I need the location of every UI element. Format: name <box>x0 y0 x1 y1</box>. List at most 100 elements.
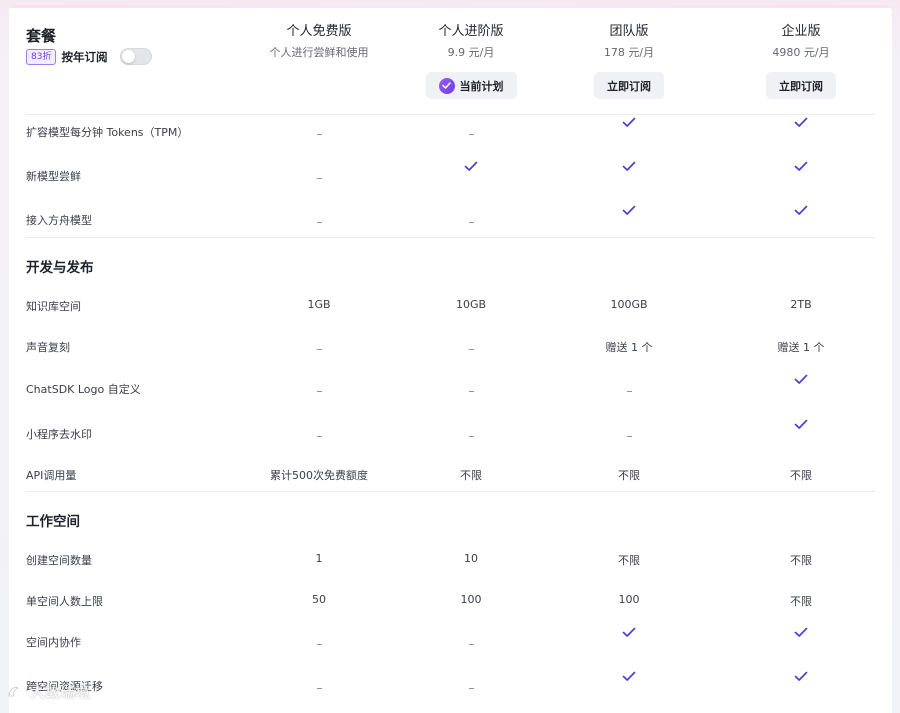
check-icon <box>554 205 704 227</box>
plan-button-label: 立即订阅 <box>779 80 823 93</box>
feature-value: 1 <box>315 552 323 565</box>
plan-name: 个人进阶版 <box>438 24 504 39</box>
toggle-knob <box>122 50 136 63</box>
feature-row: 知识库空间 1GB 10GB 100GB 2TB <box>9 295 892 315</box>
subscribe-button[interactable]: 立即订阅 <box>594 72 664 99</box>
feature-value: 不限 <box>460 469 482 482</box>
check-icon <box>554 627 704 649</box>
yearly-subscription-control: 83折 按年订阅 <box>26 48 153 65</box>
dash-icon <box>244 124 394 139</box>
feature-row: 接入方舟模型 <box>9 205 892 229</box>
watermark: 大故瑞境 <box>6 681 90 702</box>
feature-value: 10 <box>464 552 478 565</box>
feature-value: 累计500次免费额度 <box>270 469 368 482</box>
feature-label: 接入方舟模型 <box>26 214 92 227</box>
plan-name: 个人免费版 <box>286 24 352 39</box>
feature-label: ChatSDK Logo 自定义 <box>26 383 141 396</box>
feature-label: API调用量 <box>26 469 77 482</box>
feature-row: 新模型尝鲜 <box>9 161 892 185</box>
feature-row: API调用量 累计500次免费额度 不限 不限 不限 <box>9 464 892 484</box>
section-divider <box>26 114 875 115</box>
watermark-logo-icon <box>8 686 24 697</box>
section-title: 开发与发布 <box>26 260 94 276</box>
dash-icon <box>244 381 394 396</box>
feature-value: 赠送 1 个 <box>605 341 653 354</box>
check-icon <box>726 161 876 183</box>
plan-column-1: 个人进阶版 9.9 元/月当前计划 <box>391 23 551 99</box>
feature-label: 扩容模型每分钟 Tokens（TPM） <box>26 126 189 139</box>
yearly-toggle[interactable] <box>120 48 153 65</box>
plan-price: 4980 元/月 <box>772 46 830 59</box>
feature-row: 单空间人数上限 50 100 100 不限 <box>9 590 892 610</box>
feature-value: 2TB <box>790 298 812 311</box>
check-icon <box>726 117 876 139</box>
feature-value: 10GB <box>455 298 487 311</box>
dash-icon <box>396 339 546 354</box>
feature-row: 空间内协作 <box>9 627 892 651</box>
dash-icon <box>244 339 394 354</box>
feature-row: 创建空间数量 1 10 不限 不限 <box>9 549 892 569</box>
feature-row: 小程序去水印 <box>9 419 892 443</box>
section-divider <box>26 237 875 238</box>
feature-value: 不限 <box>790 554 812 567</box>
dash-icon <box>244 634 394 649</box>
check-circle-icon <box>438 77 455 94</box>
check-icon <box>726 627 876 649</box>
check-icon <box>726 205 876 227</box>
feature-label: 小程序去水印 <box>26 428 92 441</box>
dash-icon <box>396 124 546 139</box>
dash-icon <box>244 168 394 183</box>
check-icon <box>726 374 876 396</box>
feature-label: 知识库空间 <box>26 300 81 313</box>
check-icon <box>726 419 876 441</box>
feature-value: 100GB <box>610 298 648 311</box>
feature-row: ChatSDK Logo 自定义 <box>9 374 892 398</box>
plan-column-3: 企业版 4980 元/月 立即订阅 <box>721 23 881 99</box>
feature-row: 声音复刻 赠送 1 个 赠送 1 个 <box>9 336 892 356</box>
section-divider <box>26 491 875 492</box>
pricing-panel: 套餐 83折 按年订阅 个人免费版个人进行尝鲜和使用 个人进阶版 9.9 元/月当前… <box>9 5 892 713</box>
plan-price: 178 元/月 <box>603 46 655 59</box>
dash-icon <box>554 426 704 441</box>
plans-title: 套餐 <box>26 27 57 45</box>
check-icon <box>554 671 704 693</box>
watermark-text: 大故瑞境 <box>30 683 91 701</box>
check-icon <box>554 161 704 183</box>
dash-icon <box>244 426 394 441</box>
feature-value: 100 <box>460 593 482 606</box>
dash-icon <box>244 212 394 227</box>
feature-value: 不限 <box>618 554 640 567</box>
plan-button-label: 立即订阅 <box>607 80 651 93</box>
plan-name: 团队版 <box>609 24 649 39</box>
dash-icon <box>554 381 704 396</box>
feature-value: 1GB <box>307 298 331 311</box>
feature-row: 跨空间资源迁移 <box>9 671 892 695</box>
feature-value: 50 <box>312 593 326 606</box>
plan-button-label: 当前计划 <box>459 80 504 93</box>
top-gradient-bar <box>9 5 892 8</box>
plan-price: 9.9 元/月 <box>447 46 495 59</box>
dash-icon <box>396 212 546 227</box>
feature-label: 单空间人数上限 <box>26 595 103 608</box>
current-plan-button[interactable]: 当前计划 <box>425 72 517 99</box>
feature-label: 声音复刻 <box>26 341 70 354</box>
dash-icon <box>396 381 546 396</box>
section-title: 工作空间 <box>26 514 80 530</box>
dash-icon <box>396 426 546 441</box>
discount-badge: 83折 <box>26 48 57 65</box>
feature-value: 不限 <box>618 469 640 482</box>
feature-value: 不限 <box>790 469 812 482</box>
check-icon <box>726 671 876 693</box>
feature-label: 空间内协作 <box>26 636 81 649</box>
feature-value: 100 <box>618 593 640 606</box>
plan-name: 企业版 <box>781 24 821 39</box>
dash-icon <box>396 678 546 693</box>
feature-value: 不限 <box>790 595 812 608</box>
plan-column-2: 团队版 178 元/月 立即订阅 <box>549 23 709 99</box>
feature-label: 创建空间数量 <box>26 554 92 567</box>
subscribe-button[interactable]: 立即订阅 <box>766 72 836 99</box>
feature-row: 扩容模型每分钟 Tokens（TPM） <box>9 117 892 141</box>
feature-label: 新模型尝鲜 <box>26 170 81 183</box>
plan-price: 个人进行尝鲜和使用 <box>269 46 369 59</box>
yearly-label: 按年订阅 <box>61 49 108 64</box>
